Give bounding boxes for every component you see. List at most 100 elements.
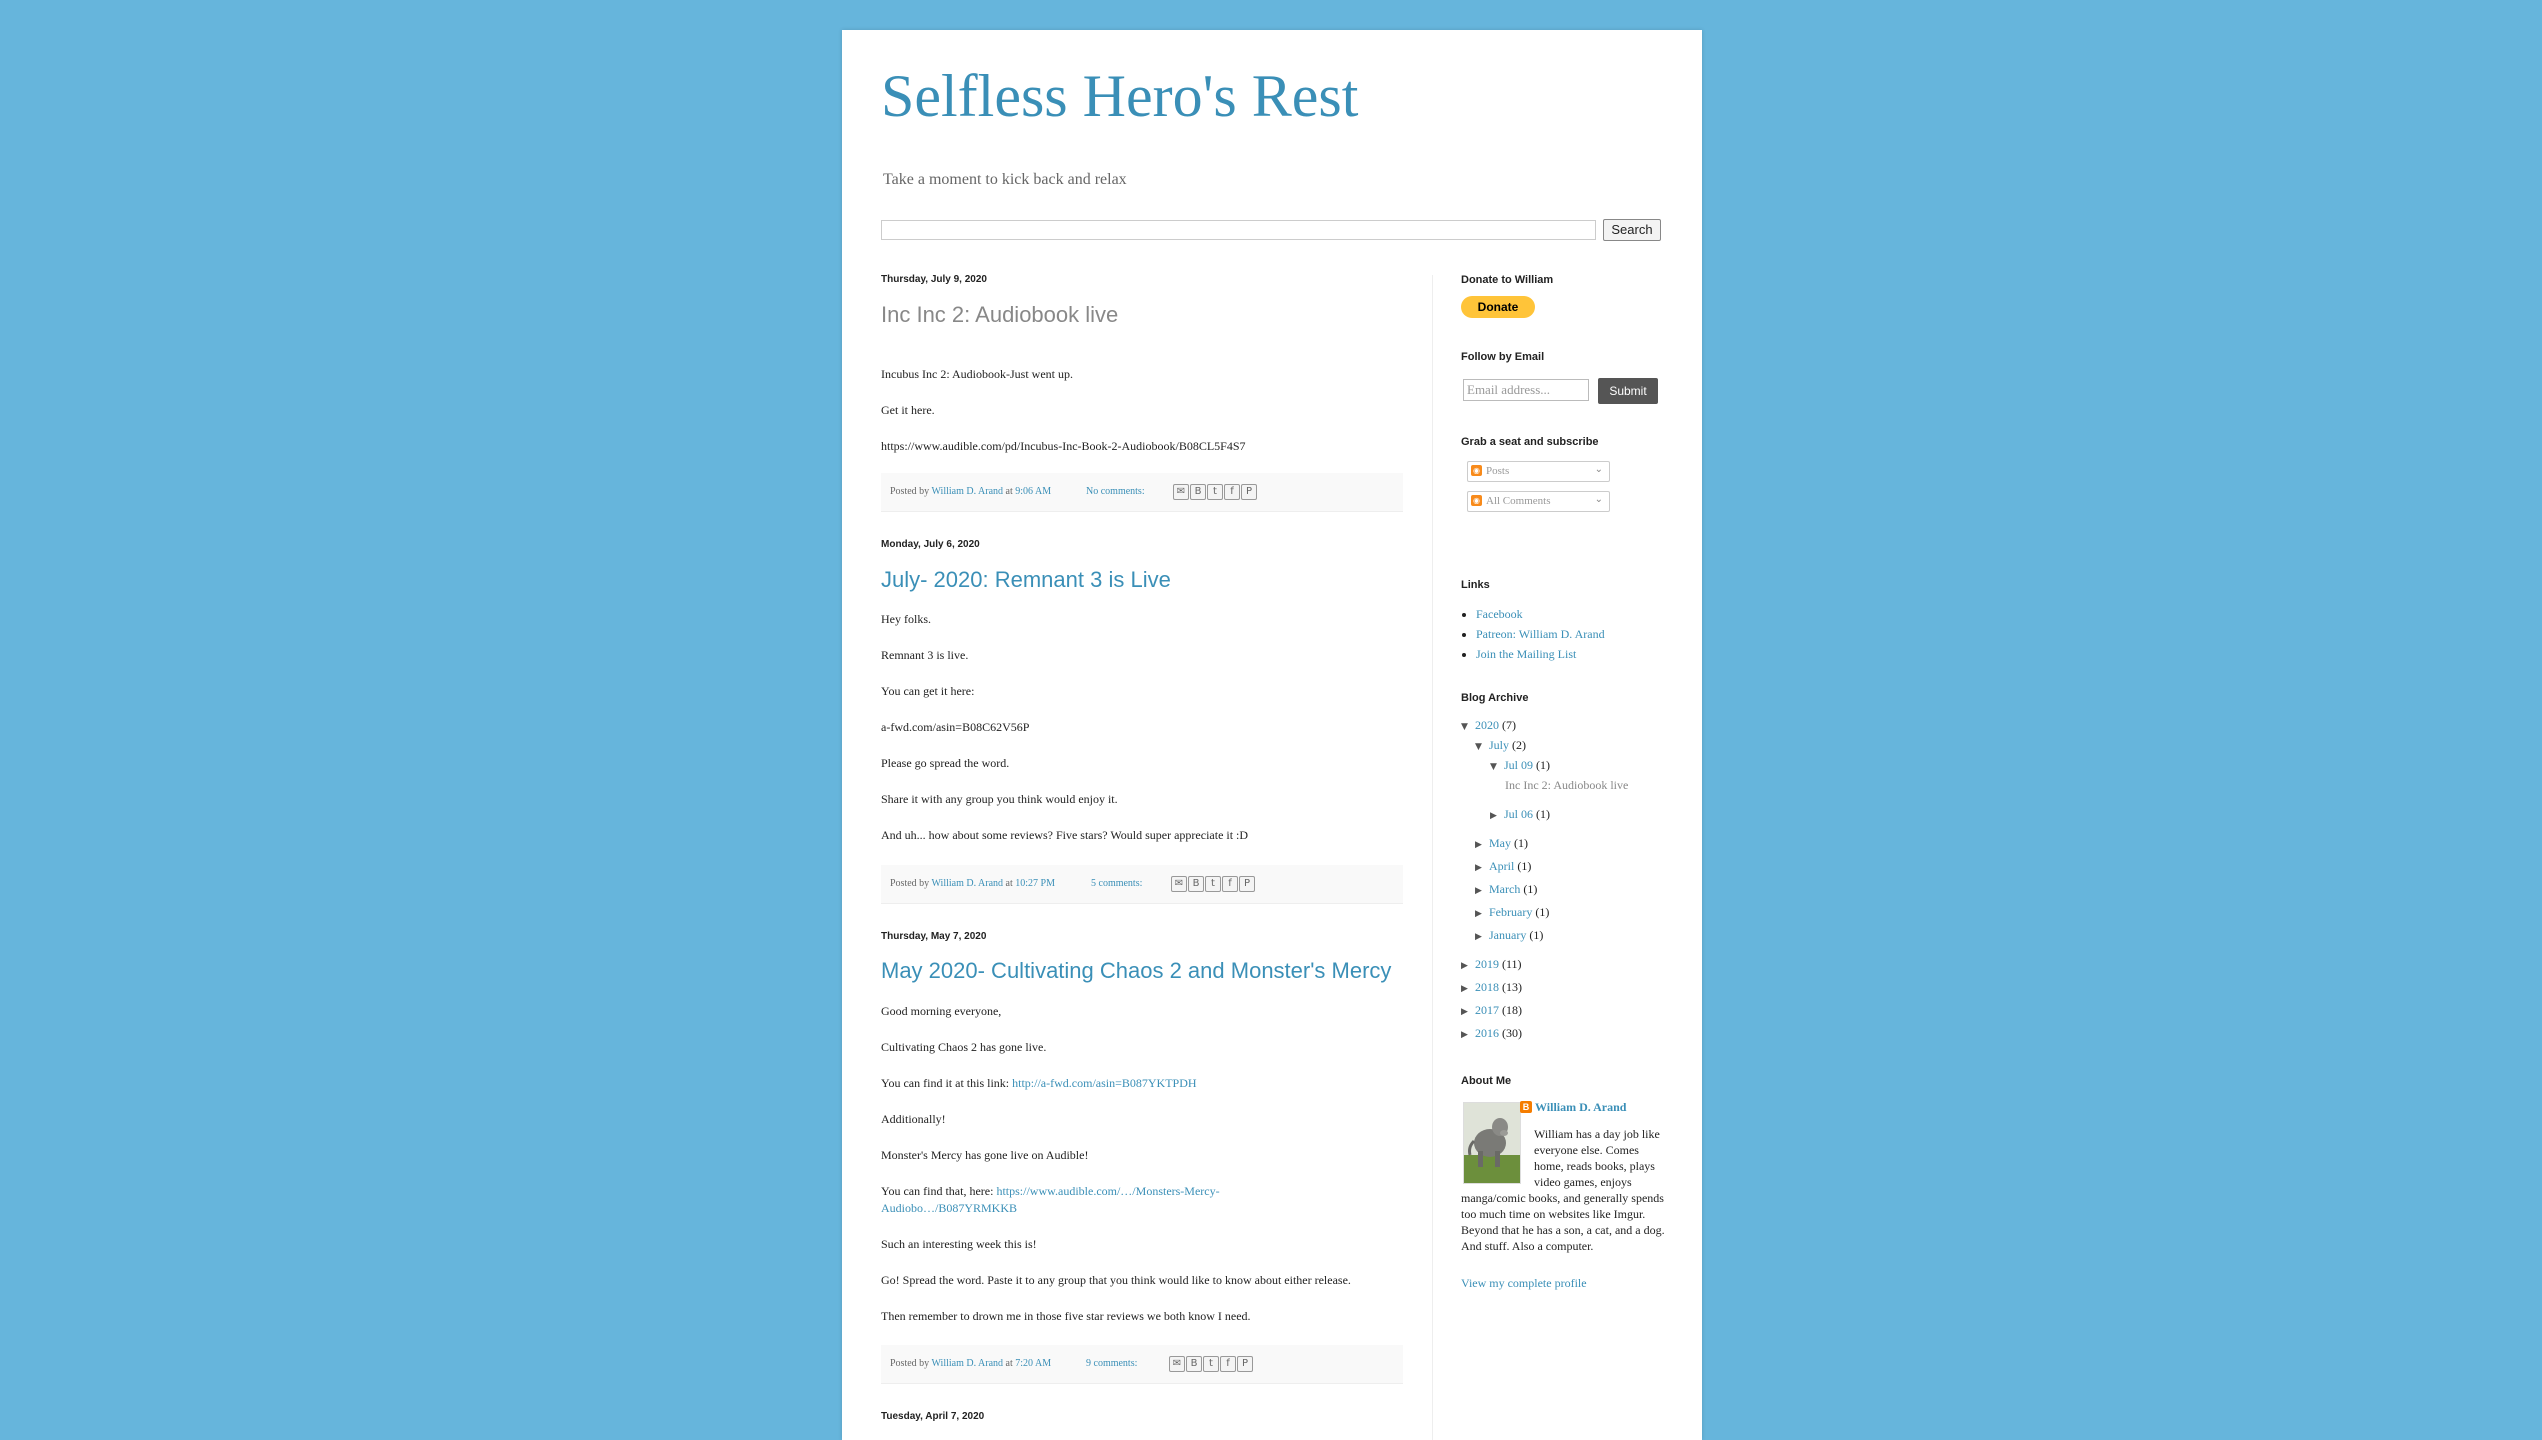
archive-link[interactable]: Jul 06 [1504, 807, 1533, 821]
submit-button[interactable]: Submit [1598, 378, 1658, 404]
collapse-toggle-icon[interactable]: ▼ [1475, 742, 1489, 752]
post-time-link[interactable]: 7:20 AM [1015, 1358, 1051, 1369]
twitter-icon[interactable]: t [1203, 1356, 1219, 1372]
archive-link[interactable]: March [1489, 882, 1520, 896]
search-input[interactable] [881, 220, 1596, 240]
archive-month-february: ▶ February (1) [1475, 905, 1550, 919]
author-link[interactable]: William D. Arand [932, 878, 1004, 889]
post-link[interactable]: http://a-fwd.com/asin=B087YKTPDH [1012, 1076, 1196, 1090]
archive-link[interactable]: April [1489, 859, 1514, 873]
posts-feed-dropdown[interactable]: ◉ Posts ⌄ [1467, 461, 1610, 482]
collapse-toggle-icon[interactable]: ▼ [1461, 722, 1475, 732]
post-paragraph: Please go spread the word. [881, 756, 1010, 770]
post-title[interactable]: May 2020- Cultivating Chaos 2 and Monste… [881, 958, 1391, 984]
archive-year-2017: ▶ 2017 (18) [1461, 1003, 1522, 1017]
links-heading: Links [1461, 579, 1490, 591]
about-heading: About Me [1461, 1075, 1512, 1087]
rss-icon: ◉ [1471, 495, 1482, 506]
post-paragraph: Such an interesting week this is! [881, 1237, 1037, 1251]
post-date: Thursday, July 9, 2020 [881, 274, 987, 285]
post-link[interactable]: https://www.audible.com/…/Monsters-Mercy… [996, 1184, 1219, 1198]
post-time-link[interactable]: 9:06 AM [1015, 486, 1051, 497]
post-footer: Posted by William D. Arand at 7:20 AM 9 … [881, 1345, 1403, 1384]
search-button[interactable]: Search [1603, 219, 1661, 241]
post-paragraph: Get it here. [881, 403, 935, 417]
expand-toggle-icon[interactable]: ▶ [1461, 984, 1475, 994]
post-title[interactable]: July- 2020: Remnant 3 is Live [881, 567, 1171, 593]
archive-link[interactable]: Jul 09 [1504, 758, 1533, 772]
comments-link[interactable]: 9 comments: [1086, 1358, 1137, 1369]
email-icon[interactable]: ✉ [1169, 1356, 1185, 1372]
donate-button[interactable]: Donate [1461, 296, 1535, 318]
archive-link[interactable]: February [1489, 905, 1532, 919]
profile-name: B William D. Arand [1520, 1100, 1626, 1115]
archive-post-link[interactable]: Inc Inc 2: Audiobook live [1505, 778, 1628, 793]
expand-toggle-icon[interactable]: ▶ [1475, 840, 1489, 850]
post-link[interactable]: Audiobo…/B087YRMKKB [881, 1200, 1403, 1217]
expand-toggle-icon[interactable]: ▶ [1475, 909, 1489, 919]
blog-description: Take a moment to kick back and relax [883, 171, 1127, 188]
archive-link[interactable]: 2018 [1475, 980, 1499, 994]
post-paragraph: And uh... how about some reviews? Five s… [881, 828, 1249, 842]
link-mailing-list[interactable]: Join the Mailing List [1476, 647, 1576, 661]
about-text: William has a day job like everyone else… [1461, 1127, 1665, 1253]
archive-month-july: ▼ July (2) [1475, 738, 1527, 752]
author-link[interactable]: William D. Arand [932, 486, 1004, 497]
archive-link[interactable]: 2017 [1475, 1003, 1499, 1017]
link-facebook[interactable]: Facebook [1476, 607, 1523, 621]
view-profile-link[interactable]: View my complete profile [1461, 1276, 1587, 1291]
blog-page: Selfless Hero's Rest Take a moment to ki… [842, 30, 1702, 1440]
subscribe-heading: Grab a seat and subscribe [1461, 436, 1599, 448]
email-icon[interactable]: ✉ [1173, 484, 1189, 500]
blog-title[interactable]: Selfless Hero's Rest [881, 62, 1358, 131]
archive-link[interactable]: 2019 [1475, 957, 1499, 971]
link-patreon[interactable]: Patreon: William D. Arand [1476, 627, 1605, 641]
archive-month-april: ▶ April (1) [1475, 859, 1532, 873]
collapse-toggle-icon[interactable]: ▼ [1490, 762, 1504, 772]
rss-icon: ◉ [1471, 465, 1482, 476]
post-paragraph: Additionally! [881, 1112, 946, 1126]
twitter-icon[interactable]: t [1205, 876, 1221, 892]
pinterest-icon[interactable]: P [1241, 484, 1257, 500]
post-title[interactable]: Inc Inc 2: Audiobook live [881, 302, 1118, 328]
facebook-icon[interactable]: f [1224, 484, 1240, 500]
post-time-link[interactable]: 10:27 PM [1015, 878, 1055, 889]
email-field[interactable] [1463, 379, 1589, 401]
comments-feed-dropdown[interactable]: ◉ All Comments ⌄ [1467, 491, 1610, 512]
blogthis-icon[interactable]: B [1190, 484, 1206, 500]
blogthis-icon[interactable]: B [1188, 876, 1204, 892]
expand-toggle-icon[interactable]: ▶ [1461, 961, 1475, 971]
expand-toggle-icon[interactable]: ▶ [1475, 932, 1489, 942]
post-date: Tuesday, April 7, 2020 [881, 1411, 985, 1422]
archive-link[interactable]: 2016 [1475, 1026, 1499, 1040]
list-item: Patreon: William D. Arand [1476, 624, 1605, 644]
expand-toggle-icon[interactable]: ▶ [1475, 863, 1489, 873]
facebook-icon[interactable]: f [1222, 876, 1238, 892]
donate-heading: Donate to William [1461, 274, 1554, 286]
follow-heading: Follow by Email [1461, 351, 1545, 363]
archive-link[interactable]: July [1489, 738, 1509, 752]
expand-toggle-icon[interactable]: ▶ [1490, 811, 1504, 821]
profile-name-link[interactable]: William D. Arand [1535, 1100, 1626, 1114]
expand-toggle-icon[interactable]: ▶ [1475, 886, 1489, 896]
post-byline: Posted by William D. Arand at 10:27 PM [890, 878, 1055, 889]
expand-toggle-icon[interactable]: ▶ [1461, 1030, 1475, 1040]
facebook-icon[interactable]: f [1220, 1356, 1236, 1372]
email-icon[interactable]: ✉ [1171, 876, 1187, 892]
comments-link[interactable]: No comments: [1086, 486, 1145, 497]
pinterest-icon[interactable]: P [1239, 876, 1255, 892]
comments-link[interactable]: 5 comments: [1091, 878, 1142, 889]
post-byline: Posted by William D. Arand at 7:20 AM [890, 1358, 1052, 1369]
twitter-icon[interactable]: t [1207, 484, 1223, 500]
archive-link[interactable]: January [1489, 928, 1526, 942]
archive-link[interactable]: May [1489, 836, 1511, 850]
expand-toggle-icon[interactable]: ▶ [1461, 1007, 1475, 1017]
pinterest-icon[interactable]: P [1237, 1356, 1253, 1372]
author-link[interactable]: William D. Arand [932, 1358, 1004, 1369]
chevron-down-icon: ⌄ [1594, 464, 1603, 475]
post-paragraph: Remnant 3 is live. [881, 648, 969, 662]
archive-link[interactable]: 2020 [1475, 718, 1499, 732]
blogthis-icon[interactable]: B [1186, 1356, 1202, 1372]
post-footer: Posted by William D. Arand at 9:06 AM No… [881, 473, 1403, 512]
share-buttons: ✉ B t f P [1173, 484, 1257, 500]
